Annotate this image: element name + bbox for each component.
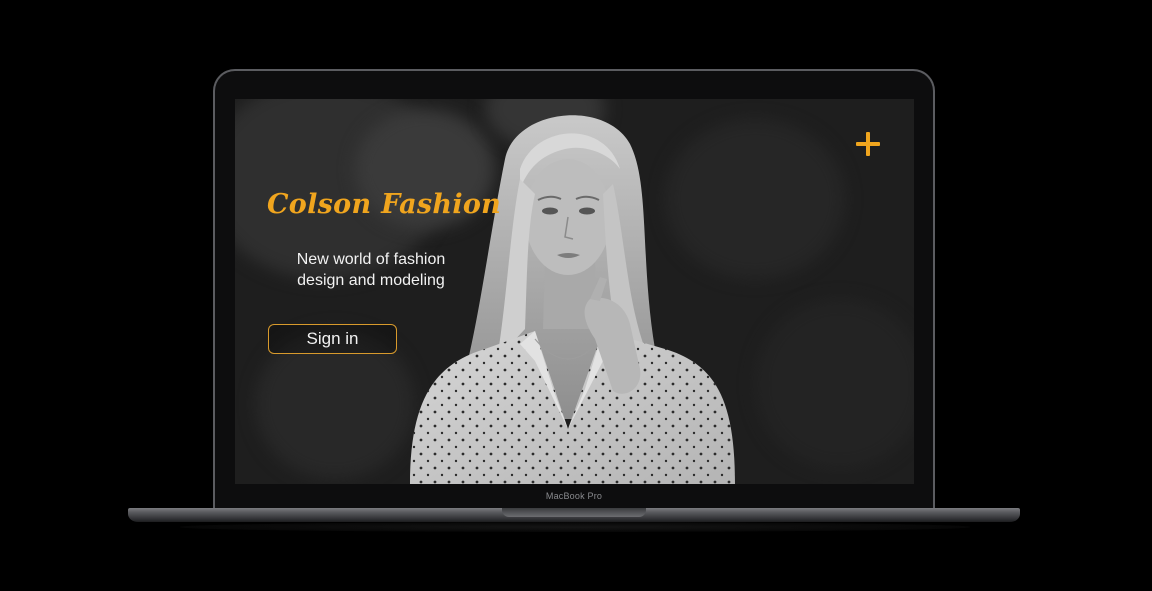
model-photo bbox=[410, 115, 735, 484]
plus-icon[interactable] bbox=[854, 130, 882, 158]
laptop-shadow bbox=[180, 522, 970, 532]
laptop-notch bbox=[502, 508, 646, 517]
hero-tagline: New world of fashion design and modeling bbox=[296, 251, 446, 289]
brand-title: Colson Fashion bbox=[267, 189, 502, 220]
sign-in-button[interactable]: Sign in bbox=[268, 324, 397, 354]
stage: Colson Fashion New world of fashion desi… bbox=[0, 0, 1152, 591]
device-label: MacBook Pro bbox=[545, 491, 603, 501]
laptop-screen: Colson Fashion New world of fashion desi… bbox=[235, 99, 914, 484]
